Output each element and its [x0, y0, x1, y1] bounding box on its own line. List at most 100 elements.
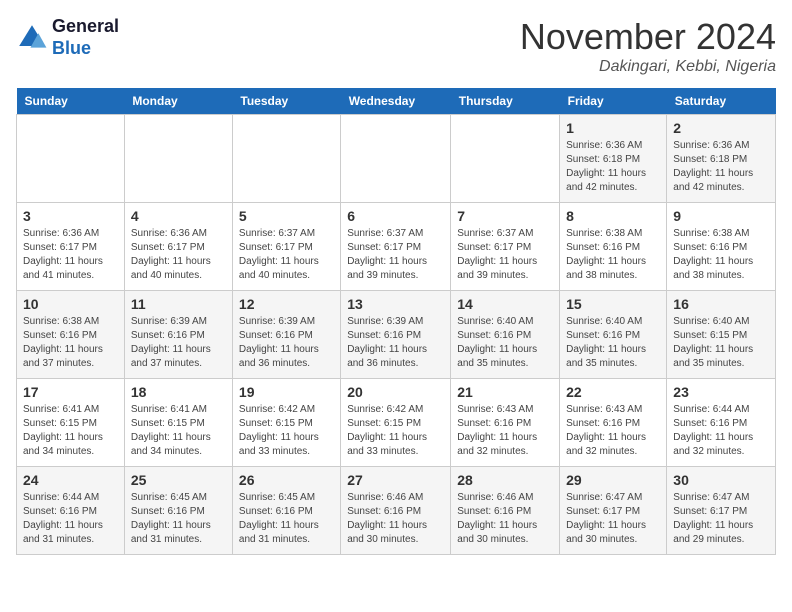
day-header-thursday: Thursday	[451, 88, 560, 115]
logo-icon	[16, 22, 48, 54]
day-info: Sunrise: 6:40 AM Sunset: 6:16 PM Dayligh…	[566, 315, 660, 371]
calendar-cell: 12Sunrise: 6:39 AM Sunset: 6:16 PM Dayli…	[232, 291, 340, 379]
day-info: Sunrise: 6:37 AM Sunset: 6:17 PM Dayligh…	[347, 227, 444, 283]
month-title: November 2024	[520, 16, 776, 58]
day-number: 25	[131, 472, 226, 488]
day-info: Sunrise: 6:40 AM Sunset: 6:15 PM Dayligh…	[673, 315, 769, 371]
day-header-tuesday: Tuesday	[232, 88, 340, 115]
day-number: 28	[457, 472, 553, 488]
day-info: Sunrise: 6:36 AM Sunset: 6:18 PM Dayligh…	[673, 139, 769, 195]
day-info: Sunrise: 6:36 AM Sunset: 6:17 PM Dayligh…	[131, 227, 226, 283]
calendar-cell: 8 Sunrise: 6:38 AM Sunset: 6:16 PM Daylig…	[560, 203, 667, 291]
calendar-week-2: 3Sunrise: 6:36 AM Sunset: 6:17 PM Daylig…	[17, 203, 776, 291]
day-number: 27	[347, 472, 444, 488]
day-number: 8	[566, 208, 660, 224]
calendar-cell	[451, 115, 560, 203]
calendar-cell: 11 Sunrise: 6:39 AM Sunset: 6:16 PM Dayli…	[124, 291, 232, 379]
day-number: 9	[673, 208, 769, 224]
location: Dakingari, Kebbi, Nigeria	[520, 58, 776, 76]
calendar-cell: 17Sunrise: 6:41 AM Sunset: 6:15 PM Dayli…	[17, 379, 125, 467]
logo-line2: Blue	[52, 38, 91, 58]
day-number: 11	[131, 296, 226, 312]
calendar-cell: 28 Sunrise: 6:46 AM Sunset: 6:16 PM Dayli…	[451, 467, 560, 555]
day-info: Sunrise: 6:36 AM Sunset: 6:18 PM Dayligh…	[566, 139, 660, 195]
day-info: Sunrise: 6:41 AM Sunset: 6:15 PM Dayligh…	[131, 403, 226, 459]
day-number: 1	[566, 120, 660, 136]
day-info: Sunrise: 6:47 AM Sunset: 6:17 PM Dayligh…	[566, 491, 660, 547]
day-info: Sunrise: 6:45 AM Sunset: 6:16 PM Dayligh…	[239, 491, 334, 547]
calendar-cell: 6 Sunrise: 6:37 AM Sunset: 6:17 PM Daylig…	[341, 203, 451, 291]
title-block: November 2024 Dakingari, Kebbi, Nigeria	[520, 16, 776, 76]
day-header-friday: Friday	[560, 88, 667, 115]
calendar-cell: 19Sunrise: 6:42 AM Sunset: 6:15 PM Dayli…	[232, 379, 340, 467]
day-number: 7	[457, 208, 553, 224]
calendar-cell: 22Sunrise: 6:43 AM Sunset: 6:16 PM Dayli…	[560, 379, 667, 467]
day-number: 16	[673, 296, 769, 312]
day-info: Sunrise: 6:38 AM Sunset: 6:16 PM Dayligh…	[23, 315, 118, 371]
day-number: 29	[566, 472, 660, 488]
day-info: Sunrise: 6:39 AM Sunset: 6:16 PM Dayligh…	[239, 315, 334, 371]
day-header-monday: Monday	[124, 88, 232, 115]
day-info: Sunrise: 6:38 AM Sunset: 6:16 PM Dayligh…	[566, 227, 660, 283]
day-info: Sunrise: 6:39 AM Sunset: 6:16 PM Dayligh…	[131, 315, 226, 371]
day-number: 18	[131, 384, 226, 400]
day-info: Sunrise: 6:44 AM Sunset: 6:16 PM Dayligh…	[23, 491, 118, 547]
calendar-cell	[17, 115, 125, 203]
logo-text: General Blue	[52, 16, 119, 59]
day-number: 24	[23, 472, 118, 488]
calendar-cell: 24 Sunrise: 6:44 AM Sunset: 6:16 PM Dayli…	[17, 467, 125, 555]
day-info: Sunrise: 6:38 AM Sunset: 6:16 PM Dayligh…	[673, 227, 769, 283]
calendar-cell: 26 Sunrise: 6:45 AM Sunset: 6:16 PM Dayli…	[232, 467, 340, 555]
calendar-cell: 2 Sunrise: 6:36 AM Sunset: 6:18 PM Daylig…	[667, 115, 776, 203]
calendar-cell: 18 Sunrise: 6:41 AM Sunset: 6:15 PM Dayli…	[124, 379, 232, 467]
day-info: Sunrise: 6:36 AM Sunset: 6:17 PM Dayligh…	[23, 227, 118, 283]
calendar-cell: 20 Sunrise: 6:42 AM Sunset: 6:15 PM Dayli…	[341, 379, 451, 467]
day-number: 23	[673, 384, 769, 400]
calendar-cell: 7 Sunrise: 6:37 AM Sunset: 6:17 PM Daylig…	[451, 203, 560, 291]
day-number: 2	[673, 120, 769, 136]
calendar-cell: 25Sunrise: 6:45 AM Sunset: 6:16 PM Dayli…	[124, 467, 232, 555]
day-info: Sunrise: 6:43 AM Sunset: 6:16 PM Dayligh…	[566, 403, 660, 459]
calendar-table: SundayMondayTuesdayWednesdayThursdayFrid…	[16, 88, 776, 555]
logo-line1: General	[52, 16, 119, 38]
calendar-week-5: 24 Sunrise: 6:44 AM Sunset: 6:16 PM Dayli…	[17, 467, 776, 555]
day-info: Sunrise: 6:46 AM Sunset: 6:16 PM Dayligh…	[457, 491, 553, 547]
day-number: 6	[347, 208, 444, 224]
day-number: 19	[239, 384, 334, 400]
calendar-cell: 5Sunrise: 6:37 AM Sunset: 6:17 PM Daylig…	[232, 203, 340, 291]
day-header-wednesday: Wednesday	[341, 88, 451, 115]
calendar-cell: 27 Sunrise: 6:46 AM Sunset: 6:16 PM Dayli…	[341, 467, 451, 555]
day-number: 30	[673, 472, 769, 488]
calendar-week-3: 10 Sunrise: 6:38 AM Sunset: 6:16 PM Dayli…	[17, 291, 776, 379]
day-info: Sunrise: 6:39 AM Sunset: 6:16 PM Dayligh…	[347, 315, 444, 371]
calendar-cell	[124, 115, 232, 203]
day-number: 26	[239, 472, 334, 488]
day-info: Sunrise: 6:43 AM Sunset: 6:16 PM Dayligh…	[457, 403, 553, 459]
day-header-sunday: Sunday	[17, 88, 125, 115]
day-number: 4	[131, 208, 226, 224]
calendar-week-1: 1 Sunrise: 6:36 AM Sunset: 6:18 PM Daylig…	[17, 115, 776, 203]
calendar-cell: 14 Sunrise: 6:40 AM Sunset: 6:16 PM Dayli…	[451, 291, 560, 379]
day-info: Sunrise: 6:41 AM Sunset: 6:15 PM Dayligh…	[23, 403, 118, 459]
day-number: 13	[347, 296, 444, 312]
day-number: 20	[347, 384, 444, 400]
day-info: Sunrise: 6:40 AM Sunset: 6:16 PM Dayligh…	[457, 315, 553, 371]
page-header: General Blue November 2024 Dakingari, Ke…	[16, 16, 776, 76]
day-number: 10	[23, 296, 118, 312]
day-info: Sunrise: 6:47 AM Sunset: 6:17 PM Dayligh…	[673, 491, 769, 547]
day-header-saturday: Saturday	[667, 88, 776, 115]
calendar-header-row: SundayMondayTuesdayWednesdayThursdayFrid…	[17, 88, 776, 115]
logo: General Blue	[16, 16, 119, 59]
calendar-cell: 13 Sunrise: 6:39 AM Sunset: 6:16 PM Dayli…	[341, 291, 451, 379]
calendar-cell: 21Sunrise: 6:43 AM Sunset: 6:16 PM Dayli…	[451, 379, 560, 467]
calendar-cell: 9 Sunrise: 6:38 AM Sunset: 6:16 PM Daylig…	[667, 203, 776, 291]
day-info: Sunrise: 6:37 AM Sunset: 6:17 PM Dayligh…	[239, 227, 334, 283]
day-number: 15	[566, 296, 660, 312]
day-number: 14	[457, 296, 553, 312]
day-info: Sunrise: 6:46 AM Sunset: 6:16 PM Dayligh…	[347, 491, 444, 547]
calendar-body: 1 Sunrise: 6:36 AM Sunset: 6:18 PM Daylig…	[17, 115, 776, 555]
day-info: Sunrise: 6:42 AM Sunset: 6:15 PM Dayligh…	[347, 403, 444, 459]
calendar-cell: 16 Sunrise: 6:40 AM Sunset: 6:15 PM Dayli…	[667, 291, 776, 379]
calendar-week-4: 17Sunrise: 6:41 AM Sunset: 6:15 PM Dayli…	[17, 379, 776, 467]
day-info: Sunrise: 6:37 AM Sunset: 6:17 PM Dayligh…	[457, 227, 553, 283]
